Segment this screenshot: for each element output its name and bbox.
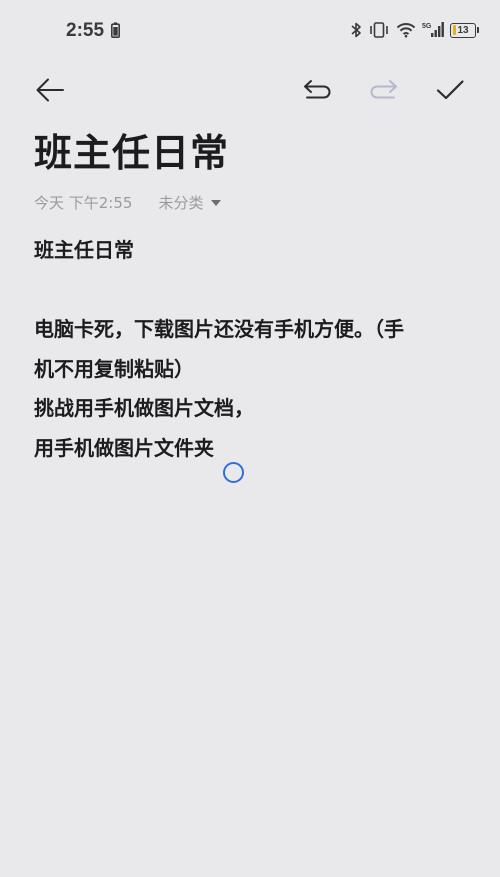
redo-button[interactable] xyxy=(366,72,402,108)
check-icon xyxy=(436,80,464,100)
note-line-blank xyxy=(34,271,474,311)
done-button[interactable] xyxy=(432,72,468,108)
undo-button[interactable] xyxy=(299,72,335,108)
cellular-signal-icon: 5G xyxy=(422,22,444,37)
back-button[interactable] xyxy=(32,72,68,108)
status-time: 2:55 xyxy=(66,20,105,41)
note-meta: 今天 下午2:55 未分类 xyxy=(34,190,222,214)
redo-icon xyxy=(370,80,397,99)
category-label: 未分类 xyxy=(158,193,204,212)
status-icons: 5G 13 xyxy=(351,20,479,40)
note-line: 机不用复制粘贴） xyxy=(34,356,194,381)
battery-saver-icon xyxy=(111,22,120,38)
editor-toolbar xyxy=(0,64,500,116)
note-title[interactable]: 班主任日常 xyxy=(34,126,229,180)
bluetooth-icon xyxy=(351,22,361,38)
note-date: 今天 下午2:55 xyxy=(34,193,133,212)
battery-icon: 13 xyxy=(450,22,479,38)
note-line: 用手机做图片文件夹 xyxy=(34,435,214,460)
note-line: 班主任日常 xyxy=(34,238,134,262)
status-bar: 2:55 5G 13 xyxy=(0,0,500,60)
battery-level: 13 xyxy=(457,24,469,36)
note-body[interactable]: 班主任日常 电脑卡死，下载图片还没有手机方便。（手 机不用复制粘贴） 挑战用手机… xyxy=(34,231,474,468)
svg-text:5G: 5G xyxy=(422,23,432,30)
caret-down-icon xyxy=(211,200,222,206)
category-selector[interactable]: 未分类 xyxy=(158,192,222,213)
note-line: 电脑卡死，下载图片还没有手机方便。（手 xyxy=(34,317,404,341)
wifi-icon xyxy=(396,23,416,38)
arrow-left-icon xyxy=(36,78,64,102)
text-cursor-handle[interactable] xyxy=(223,462,244,483)
vibrate-icon xyxy=(370,22,388,38)
note-line: 挑战用手机做图片文档， xyxy=(34,396,254,420)
undo-icon xyxy=(304,80,331,99)
